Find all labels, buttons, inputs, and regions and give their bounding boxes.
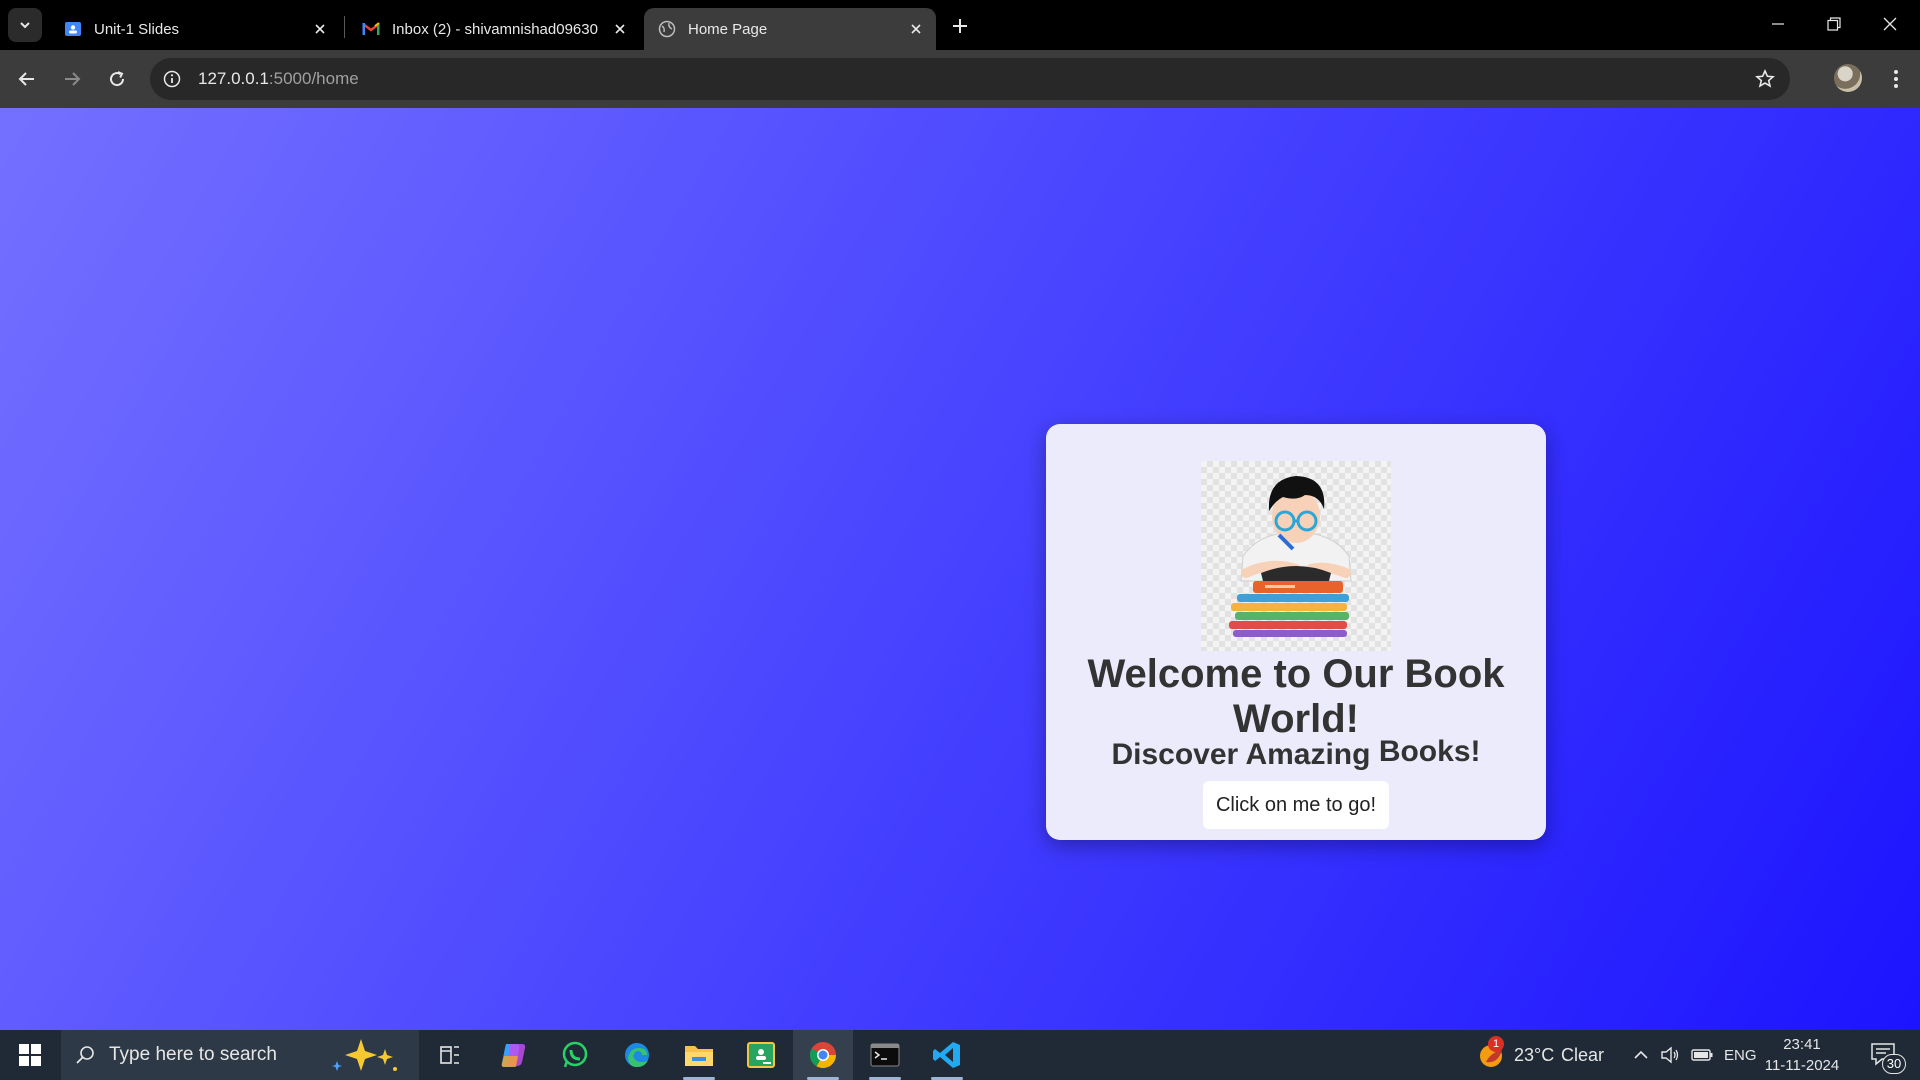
taskbar-chrome[interactable]	[793, 1030, 853, 1080]
taskbar-whatsapp[interactable]	[545, 1030, 605, 1080]
taskbar-vscode[interactable]	[917, 1030, 977, 1080]
weather-condition[interactable]: Clear	[1561, 1045, 1604, 1066]
windows-taskbar: Type here to search 1 23°C Clear ENG 23:…	[0, 1030, 1920, 1080]
notification-count-badge: 30	[1882, 1054, 1906, 1074]
taskbar-search-box[interactable]: Type here to search	[61, 1030, 419, 1080]
copilot-sparkle-icon	[332, 1039, 397, 1071]
tab-title: Inbox (2) - shivamnishad09630	[392, 20, 598, 38]
arrow-right-icon	[65, 72, 81, 86]
taskbar-clock[interactable]: 23:41 11-11-2024	[1760, 1034, 1844, 1076]
taskbar-terminal[interactable]	[855, 1030, 915, 1080]
tab-strip: Unit-1 Slides Inbox (2) - shivamnishad09…	[0, 0, 1920, 50]
tab-unit1-slides[interactable]: Unit-1 Slides	[50, 8, 340, 50]
terminal-icon	[870, 1043, 900, 1067]
reload-button[interactable]	[100, 62, 134, 96]
whatsapp-icon	[562, 1041, 588, 1068]
page-heading: Welcome to Our Book World!	[1087, 652, 1505, 741]
close-tab-icon[interactable]	[608, 17, 632, 41]
vscode-icon	[933, 1042, 960, 1068]
folder-icon	[685, 1046, 713, 1066]
taskbar-classroom[interactable]	[731, 1030, 791, 1080]
url-text: 127.0.0.1:5000/home	[198, 69, 359, 89]
globe-icon	[658, 20, 676, 38]
close-tab-icon[interactable]	[904, 17, 928, 41]
profile-avatar[interactable]	[1834, 64, 1862, 92]
windows-logo-icon	[19, 1044, 41, 1066]
new-tab-button[interactable]	[946, 12, 974, 40]
subheading-main: Discover Amazing	[1111, 738, 1371, 771]
restore-button[interactable]	[1806, 0, 1862, 48]
task-view-icon	[440, 1046, 459, 1064]
go-button[interactable]: Click on me to go!	[1203, 781, 1389, 829]
page-background: Welcome to Our Book World! Discover Amaz…	[0, 108, 1920, 1030]
search-icon	[76, 1046, 94, 1064]
taskbar-copilot[interactable]	[483, 1030, 543, 1080]
subheading-tail: Books!	[1378, 735, 1481, 768]
tab-separator	[344, 16, 345, 38]
google-classroom-icon	[747, 1042, 775, 1068]
gmail-icon	[362, 20, 380, 38]
start-button[interactable]	[0, 1030, 60, 1080]
address-bar[interactable]: 127.0.0.1:5000/home	[150, 58, 1790, 100]
notification-center-button[interactable]: 30	[1864, 1030, 1920, 1080]
taskbar-file-explorer[interactable]	[669, 1030, 729, 1080]
weather-temperature[interactable]: 23°C	[1514, 1045, 1554, 1066]
close-window-button[interactable]	[1862, 0, 1918, 48]
tab-title: Unit-1 Slides	[94, 20, 180, 38]
chrome-icon	[809, 1042, 837, 1069]
chevron-down-icon	[20, 22, 30, 29]
chevron-up-icon[interactable]	[1633, 1049, 1649, 1061]
restore-icon	[1827, 17, 1841, 31]
forward-button[interactable]	[55, 62, 89, 96]
minimize-button[interactable]	[1750, 0, 1806, 48]
battery-icon[interactable]	[1691, 1048, 1713, 1062]
clock-date: 11-11-2024	[1764, 1057, 1840, 1074]
slides-icon	[64, 20, 82, 38]
search-placeholder: Type here to search	[109, 1044, 277, 1065]
page-subheading: Discover Amazing Books!	[1046, 735, 1546, 772]
task-view-button[interactable]	[420, 1030, 480, 1080]
more-vertical-icon	[1894, 70, 1898, 88]
welcome-card: Welcome to Our Book World! Discover Amaz…	[1046, 424, 1546, 840]
tab-search-button[interactable]	[8, 8, 42, 42]
reload-icon	[110, 71, 125, 87]
close-tab-icon[interactable]	[308, 17, 332, 41]
reading-boy-illustration	[1201, 461, 1391, 651]
copilot-icon	[501, 1044, 526, 1067]
tab-gmail-inbox[interactable]: Inbox (2) - shivamnishad09630	[348, 8, 640, 50]
arrow-left-icon	[18, 72, 34, 86]
plus-icon	[953, 19, 967, 33]
url-path: :5000/home	[268, 69, 359, 88]
weather-badge: 1	[1488, 1036, 1504, 1052]
browser-toolbar: 127.0.0.1:5000/home	[0, 50, 1920, 108]
url-host: 127.0.0.1	[198, 69, 269, 88]
browser-menu-button[interactable]	[1880, 62, 1912, 96]
taskbar-edge[interactable]	[607, 1030, 667, 1080]
clock-time: 23:41	[1783, 1036, 1821, 1053]
back-button[interactable]	[10, 62, 44, 96]
tab-home-page[interactable]: Home Page	[644, 8, 936, 50]
speaker-icon[interactable]	[1660, 1046, 1680, 1064]
tab-title: Home Page	[688, 20, 768, 38]
edge-icon	[625, 1043, 649, 1067]
bookmark-star-icon[interactable]	[1752, 66, 1778, 92]
site-info-icon[interactable]	[156, 63, 188, 95]
close-icon	[1883, 17, 1897, 31]
minimize-icon	[1772, 23, 1784, 25]
input-language[interactable]: ENG	[1724, 1047, 1757, 1064]
